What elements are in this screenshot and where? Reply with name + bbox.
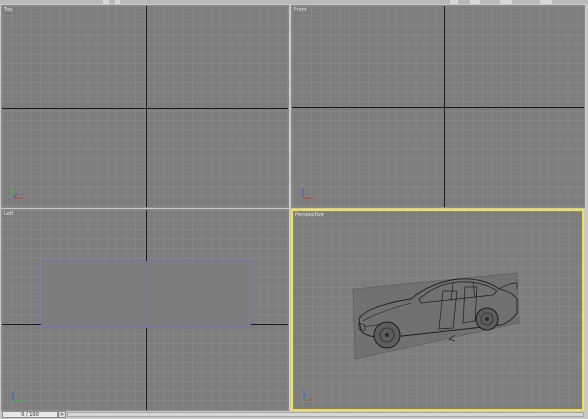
viewport-left[interactable]: Left [1, 209, 289, 411]
viewport-perspective[interactable]: Perspective [291, 209, 584, 411]
frame-center-line [146, 261, 147, 328]
next-frame-button[interactable]: > [58, 411, 66, 418]
toolbar-marker [540, 0, 552, 4]
toolbar-marker [450, 0, 458, 4]
timeline-track[interactable] [67, 412, 584, 417]
car-wireframe[interactable] [293, 211, 582, 409]
viewport-label[interactable]: Top [4, 7, 12, 13]
frame-counter[interactable]: 0 / 100 [2, 411, 58, 418]
toolbar-marker [115, 0, 120, 4]
grid-axis-vertical [146, 6, 147, 207]
toolbar-marker [103, 0, 109, 4]
toolbar-marker [470, 0, 480, 4]
toolbar-marker [500, 0, 512, 4]
grid-axis-horizontal [292, 107, 584, 108]
main-toolbar-strip [0, 0, 588, 4]
xyz-axis-icon [12, 188, 23, 199]
viewport-label[interactable]: Front [294, 7, 307, 13]
xyz-axis-icon [302, 188, 313, 199]
xyz-axis-icon [12, 391, 23, 402]
xyz-axis-icon [303, 390, 312, 401]
viewport-label[interactable]: Left [4, 211, 13, 217]
grid-axis-horizontal [2, 108, 288, 109]
time-slider-bar: 0 / 100 > [0, 411, 588, 419]
viewport-front[interactable]: Front [291, 5, 585, 208]
viewport-top[interactable]: Top [1, 5, 289, 208]
